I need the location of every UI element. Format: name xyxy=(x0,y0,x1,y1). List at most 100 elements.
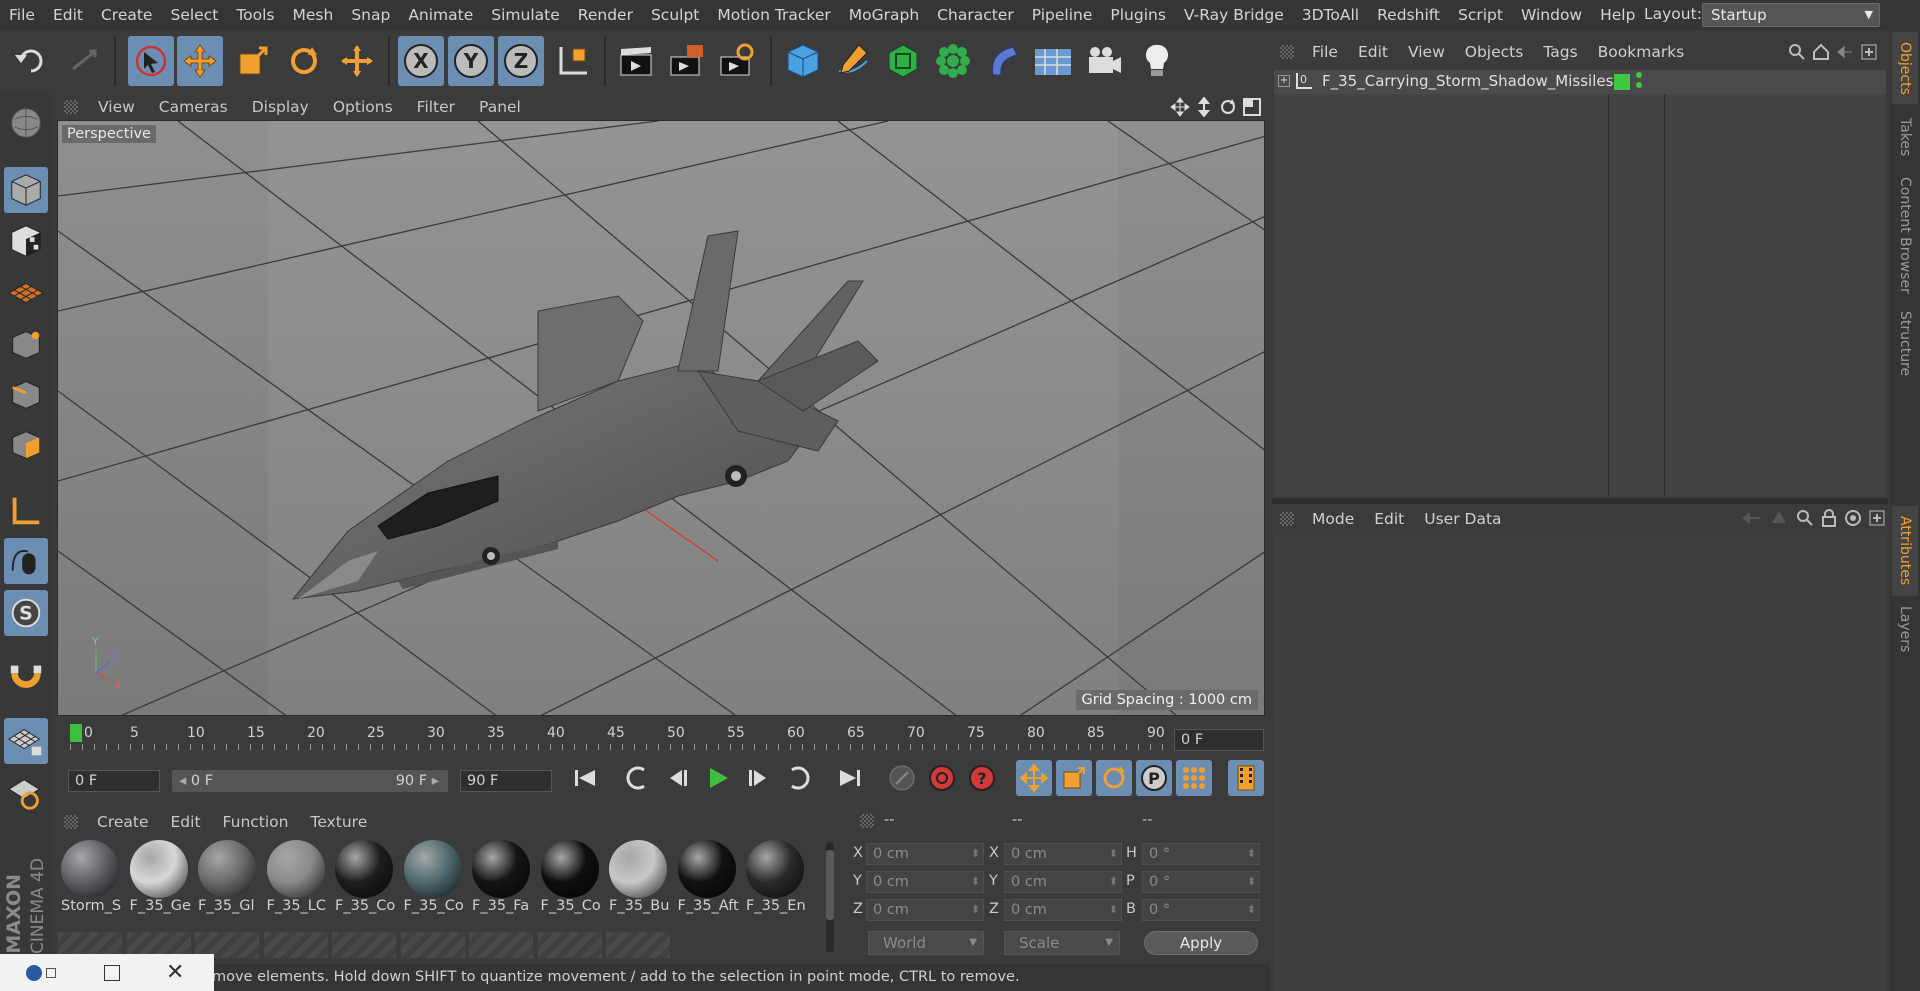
end-frame-field[interactable]: 90 F xyxy=(460,770,552,792)
keyframe-selection-button[interactable]: ? xyxy=(964,760,1000,796)
material-swatch[interactable]: F_35_Gl xyxy=(195,840,259,922)
workplane-mode-button[interactable] xyxy=(4,270,48,316)
om-menu-tags[interactable]: Tags xyxy=(1533,43,1587,61)
material-menu-edit[interactable]: Edit xyxy=(160,813,212,831)
viewport-menu-panel[interactable]: Panel xyxy=(467,98,533,116)
make-editable-button[interactable] xyxy=(4,100,48,146)
material-menu-texture[interactable]: Texture xyxy=(299,813,378,831)
menu-edit[interactable]: Edit xyxy=(44,6,92,24)
solo-button[interactable]: S xyxy=(4,590,48,636)
om-menu-bookmarks[interactable]: Bookmarks xyxy=(1588,43,1695,61)
stepper-icon[interactable]: ⬍ xyxy=(1247,900,1256,920)
menu-animate[interactable]: Animate xyxy=(399,6,482,24)
render-view-button[interactable] xyxy=(614,36,660,86)
apply-button[interactable]: Apply xyxy=(1144,931,1258,955)
live-selection-button[interactable] xyxy=(334,36,380,86)
tab-takes[interactable]: Takes xyxy=(1892,108,1918,166)
viewport-menu-filter[interactable]: Filter xyxy=(405,98,467,116)
menu-3dtoall[interactable]: 3DToAll xyxy=(1293,6,1368,24)
material-swatch[interactable]: F_35_LC xyxy=(264,840,328,922)
om-menu-edit[interactable]: Edit xyxy=(1348,43,1398,61)
timeline-ruler[interactable] xyxy=(56,722,1266,758)
object-row[interactable]: + 0 F_35_Carrying_Storm_Shadow_Missiles xyxy=(1274,70,1886,94)
stepper-icon[interactable]: ⬍ xyxy=(971,872,980,892)
tab-layers[interactable]: Layers xyxy=(1892,600,1918,658)
light-button[interactable] xyxy=(1134,36,1180,86)
restore-icon[interactable] xyxy=(46,967,56,978)
rotate-tool-button[interactable] xyxy=(281,36,327,86)
om-menu-objects[interactable]: Objects xyxy=(1455,43,1534,61)
goto-end-button[interactable] xyxy=(832,760,868,796)
stepper-icon[interactable]: ⬍ xyxy=(971,900,980,920)
rotation-field[interactable]: 0 ° ⬍ xyxy=(1142,899,1260,921)
size-field[interactable]: 0 cm ⬍ xyxy=(1004,871,1122,893)
material-swatch[interactable]: Storm_S xyxy=(58,840,122,922)
panel-divider[interactable] xyxy=(1272,498,1888,504)
render-settings-button[interactable] xyxy=(714,36,760,86)
material-swatch[interactable]: F_35_Aft xyxy=(675,840,739,922)
maximize-icon[interactable] xyxy=(104,964,120,981)
menu-plugins[interactable]: Plugins xyxy=(1101,6,1175,24)
menu-file[interactable]: File xyxy=(0,6,44,24)
layer-color-swatch[interactable] xyxy=(1614,74,1630,90)
key-pla-button[interactable] xyxy=(1176,760,1212,796)
play-button[interactable] xyxy=(700,760,736,796)
key-rotation-button[interactable] xyxy=(1096,760,1132,796)
close-icon[interactable]: ✕ xyxy=(166,960,184,985)
orbit-icon[interactable] xyxy=(1218,97,1238,117)
stepper-icon[interactable]: ⬍ xyxy=(1247,872,1256,892)
material-swatch[interactable]: F_35_Co xyxy=(401,840,465,922)
cloner-button[interactable] xyxy=(930,36,976,86)
y-axis-button[interactable]: Y xyxy=(448,36,494,86)
material-swatch[interactable]: F_35_Bu xyxy=(606,840,670,922)
prev-key-button[interactable] xyxy=(620,760,656,796)
material-menu-function[interactable]: Function xyxy=(212,813,300,831)
material-swatch[interactable]: F_35_En xyxy=(743,840,807,922)
x-axis-button[interactable]: X xyxy=(398,36,444,86)
zoom-icon[interactable] xyxy=(1194,97,1214,117)
rotation-field[interactable]: 0 ° ⬍ xyxy=(1142,843,1260,865)
menu-create[interactable]: Create xyxy=(92,6,162,24)
menu-render[interactable]: Render xyxy=(569,6,642,24)
size-field[interactable]: 0 cm ⬍ xyxy=(1004,843,1122,865)
menu-window[interactable]: Window xyxy=(1512,6,1591,24)
rotation-field[interactable]: 0 ° ⬍ xyxy=(1142,871,1260,893)
tweak-mode-button[interactable] xyxy=(4,538,48,584)
undo-button[interactable] xyxy=(8,36,54,86)
key-scale-button[interactable] xyxy=(1056,760,1092,796)
prev-frame-button[interactable] xyxy=(660,760,696,796)
next-key-button[interactable] xyxy=(780,760,816,796)
expand-icon[interactable]: + xyxy=(1278,75,1290,87)
menu-snap[interactable]: Snap xyxy=(342,6,399,24)
select-tool-button[interactable] xyxy=(128,36,174,86)
material-swatch[interactable]: F_35_Co xyxy=(538,840,602,922)
home-icon[interactable] xyxy=(1812,43,1830,61)
attr-menu-user-data[interactable]: User Data xyxy=(1414,510,1511,528)
autokey-button[interactable] xyxy=(924,760,960,796)
attr-menu-edit[interactable]: Edit xyxy=(1364,510,1414,528)
cube-object-button[interactable] xyxy=(780,36,826,86)
pen-tool-button[interactable] xyxy=(830,36,876,86)
subdivision-button[interactable] xyxy=(880,36,926,86)
layout-select[interactable]: Startup ▼ xyxy=(1702,3,1880,27)
menu-tools[interactable]: Tools xyxy=(227,6,283,24)
viewport-menu-view[interactable]: View xyxy=(86,98,147,116)
lock-icon[interactable] xyxy=(1820,509,1838,527)
viewport-menu-cameras[interactable]: Cameras xyxy=(147,98,240,116)
position-field[interactable]: 0 cm ⬍ xyxy=(866,843,984,865)
menu-sculpt[interactable]: Sculpt xyxy=(642,6,708,24)
menu-mograph[interactable]: MoGraph xyxy=(840,6,928,24)
z-axis-button[interactable]: Z xyxy=(498,36,544,86)
coord-system-select[interactable]: World ▼ xyxy=(868,931,984,955)
material-menu-create[interactable]: Create xyxy=(86,813,160,831)
stepper-icon[interactable]: ⬍ xyxy=(1109,844,1118,864)
pan-icon[interactable] xyxy=(1170,97,1190,117)
material-swatch[interactable]: F_35_Co xyxy=(332,840,396,922)
world-coord-button[interactable] xyxy=(550,36,596,86)
material-swatch[interactable]: F_35_Fa xyxy=(469,840,533,922)
model-mode-button[interactable] xyxy=(4,167,48,213)
menu-mesh[interactable]: Mesh xyxy=(284,6,343,24)
next-frame-button[interactable] xyxy=(740,760,776,796)
lock-workplane-button[interactable] xyxy=(4,718,48,764)
stepper-icon[interactable]: ⬍ xyxy=(1109,872,1118,892)
